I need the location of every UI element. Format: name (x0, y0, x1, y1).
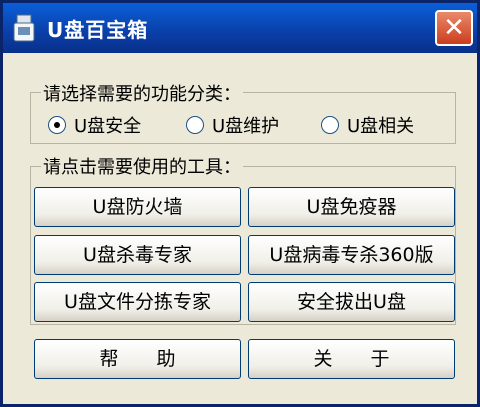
help-button[interactable]: 帮 助 (34, 339, 241, 379)
category-group-label: 请选择需要的功能分类： (41, 80, 243, 106)
radio-label: U盘维护 (212, 116, 280, 137)
usb-immunizer-button[interactable]: U盘免疫器 (248, 187, 455, 227)
radio-label: U盘相关 (347, 116, 415, 137)
window-title: U盘百宝箱 (47, 18, 149, 42)
safe-eject-usb-button[interactable]: 安全拔出U盘 (248, 282, 455, 322)
usb-file-sorter-button[interactable]: U盘文件分拣专家 (34, 282, 241, 322)
radio-usb-maintenance[interactable]: U盘维护 (186, 112, 279, 138)
title-bar[interactable]: U盘百宝箱 ✕ (3, 3, 477, 53)
radio-unselected-icon (321, 116, 339, 134)
app-window: U盘百宝箱 ✕ 请选择需要的功能分类： U盘安全 U盘维护 U盘相关 请点击需要… (0, 0, 480, 407)
usb-drive-icon (13, 14, 35, 42)
radio-unselected-icon (186, 116, 204, 134)
tools-group-label: 请点击需要使用的工具： (41, 153, 243, 179)
radio-usb-security[interactable]: U盘安全 (48, 112, 141, 138)
usb-firewall-button[interactable]: U盘防火墙 (34, 187, 241, 227)
close-icon: ✕ (443, 13, 465, 43)
about-button[interactable]: 关 于 (248, 339, 455, 379)
radio-selected-icon (48, 116, 66, 134)
close-button[interactable]: ✕ (435, 10, 473, 46)
usb-antivirus-button[interactable]: U盘杀毒专家 (34, 235, 241, 275)
usb-virus-killer-360-button[interactable]: U盘病毒专杀360版 (248, 235, 455, 275)
radio-label: U盘安全 (74, 116, 142, 137)
radio-usb-related[interactable]: U盘相关 (321, 112, 414, 138)
